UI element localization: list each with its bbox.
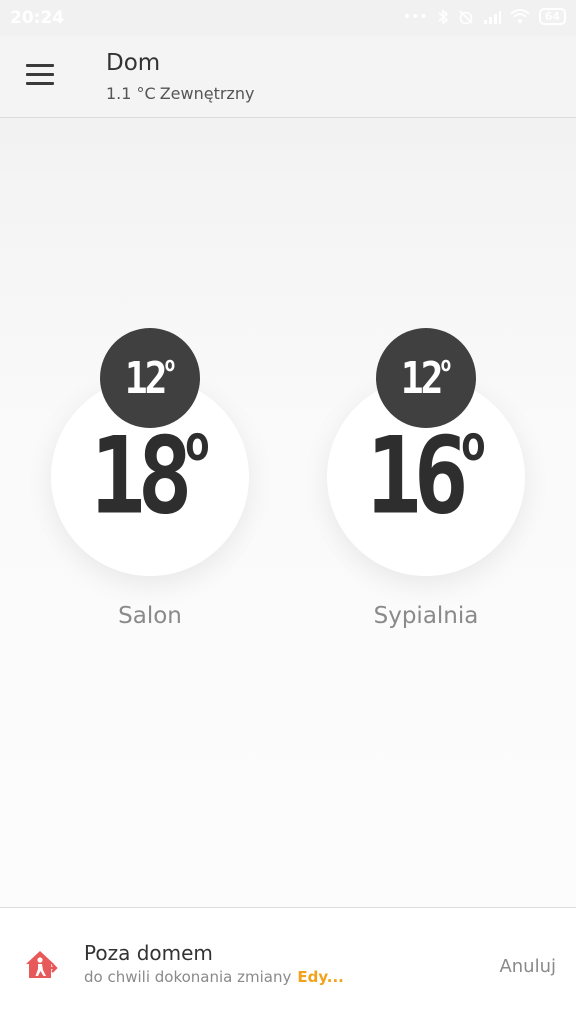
rooms-area: 18o 12o Salon 16o 12o Sypialnia (0, 118, 576, 908)
degree-symbol: o (164, 352, 176, 377)
room-card-salon[interactable]: 18o 12o Salon (20, 318, 280, 638)
degree-symbol: o (460, 414, 487, 472)
mode-bar: Poza domem do chwili dokonania zmiany Edy… (0, 907, 576, 1025)
wifi-icon (510, 9, 530, 23)
setpoint-badge[interactable]: 12o (100, 328, 200, 428)
current-temperature: 16o (366, 419, 486, 530)
edit-link[interactable]: Edy... (297, 968, 343, 986)
status-icons: ••• 64 (403, 8, 566, 25)
home-title: Dom (106, 50, 161, 76)
alarm-off-icon (459, 9, 473, 24)
more-dots-icon: ••• (402, 8, 428, 25)
mode-title: Poza domem (84, 941, 213, 965)
setpoint-value: 12 (124, 352, 168, 404)
current-temperature-value: 16 (365, 414, 469, 538)
cancel-button[interactable]: Anuluj (499, 956, 556, 977)
battery-icon: 64 (538, 8, 566, 25)
mode-subtitle: do chwili dokonania zmiany Edy... (84, 968, 344, 986)
app-bar: Dom 1.1 °C Zewnętrzny (0, 36, 576, 118)
away-home-icon (26, 951, 58, 978)
outdoor-temp-value: 1.1 °C (106, 84, 156, 103)
degree-symbol: o (440, 352, 452, 377)
room-name: Salon (118, 603, 182, 629)
setpoint-badge[interactable]: 12o (376, 328, 476, 428)
bluetooth-icon (438, 8, 448, 25)
status-time: 20:24 (10, 8, 65, 28)
degree-symbol: o (184, 414, 211, 472)
outdoor-temp-label: Zewnętrzny (159, 84, 255, 103)
status-bar: 20:24 ••• 64 (0, 0, 576, 36)
setpoint-value: 12 (400, 352, 444, 404)
outdoor-temperature: 1.1 °C Zewnętrzny (106, 84, 258, 103)
menu-icon[interactable] (26, 64, 56, 88)
room-card-sypialnia[interactable]: 16o 12o Sypialnia (296, 318, 556, 638)
current-temperature-value: 18 (89, 414, 193, 538)
current-temperature: 18o (90, 419, 210, 530)
signal-icon (483, 10, 501, 24)
room-name: Sypialnia (373, 603, 479, 629)
mode-subtitle-text: do chwili dokonania zmiany (84, 968, 292, 986)
